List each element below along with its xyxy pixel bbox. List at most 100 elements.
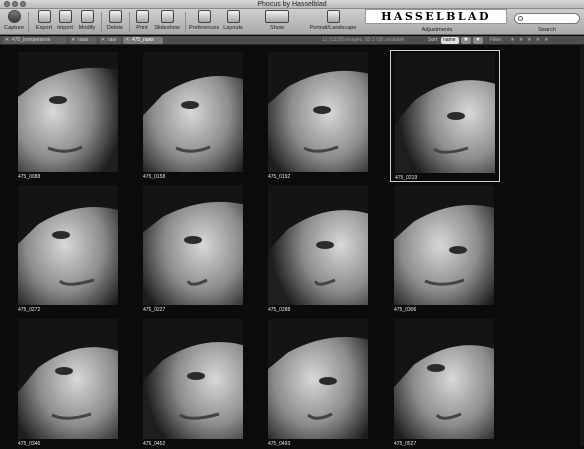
close-tab-icon[interactable]: ✕ <box>125 37 129 44</box>
layouts-button[interactable]: Layouts <box>222 10 244 31</box>
portrait-landscape-label: Portrait/Landscape <box>309 25 357 31</box>
toolbar-divider <box>28 12 29 32</box>
sort-select[interactable]: name <box>441 37 459 44</box>
search-label: Search <box>538 27 556 33</box>
preferences-button[interactable]: Preferences <box>189 10 219 31</box>
tab-label: 475_kompetanse <box>12 37 51 43</box>
portrait-landscape-button[interactable]: Portrait/Landscape <box>308 10 358 31</box>
grid-scrollbar[interactable] <box>580 46 584 446</box>
modify-label: Modify <box>78 25 96 31</box>
search-icon <box>518 16 523 21</box>
thumbnail-item[interactable]: 475_0158 <box>139 50 249 182</box>
toolbar-divider <box>185 12 186 32</box>
triangle-down-icon: ▾ <box>476 37 480 43</box>
filter-stars[interactable]: ★ ★ ★ ★ ★ <box>510 37 550 44</box>
thumbnail-grid: 475_0088 475_0158 475_0192 475_0219 475_0272… <box>0 46 584 449</box>
modify-button[interactable]: Modify <box>77 10 97 31</box>
title-bar: Phocus by Hasselblad <box>0 0 584 9</box>
thumbnail-filename: 475_0272 <box>18 307 41 313</box>
thumbnail-item[interactable]: 475_0452 <box>139 317 249 449</box>
thumbnail-image[interactable] <box>18 319 118 439</box>
layouts-label: Layouts <box>223 25 243 31</box>
hasselblad-logo: HASSELBLAD <box>365 9 507 24</box>
thumbnail-filename: 475_0493 <box>268 441 291 447</box>
thumbnail-image[interactable] <box>268 319 368 439</box>
import-button[interactable]: Import <box>55 10 75 31</box>
thumbnail-item[interactable]: 475_0288 <box>264 183 374 315</box>
sort-direction-button[interactable]: ▾ <box>473 37 483 44</box>
thumbnail-filename: 475_0452 <box>143 441 166 447</box>
rotate-icon <box>326 10 340 23</box>
slideshow-button[interactable]: Slideshow <box>153 10 181 31</box>
thumbnail-item[interactable]: 475_0192 <box>264 50 374 182</box>
print-label: Print <box>136 25 148 31</box>
thumbnail-image[interactable] <box>143 319 243 439</box>
sliders-icon <box>80 10 94 23</box>
filter-label: Filter: <box>490 37 503 43</box>
window-title: Phocus by Hasselblad <box>257 1 327 8</box>
thumbnail-filename: 475_0527 <box>394 441 417 447</box>
thumbnail-image[interactable] <box>143 52 243 172</box>
thumbnail-image[interactable] <box>18 185 118 305</box>
trash-icon <box>108 10 122 23</box>
export-icon <box>37 10 51 23</box>
layouts-icon <box>226 10 240 23</box>
thumbnail-image[interactable] <box>18 52 118 172</box>
thumbnail-filename: 475_0306 <box>394 307 417 313</box>
star-icon: ★ <box>463 37 469 43</box>
tab-label: raws <box>78 37 89 43</box>
thumbnail-filename: 475_0088 <box>18 174 41 180</box>
adjustments-label: Adjustments <box>421 27 453 33</box>
preferences-icon <box>197 10 211 23</box>
close-tab-icon[interactable]: ✕ <box>71 37 75 44</box>
thumbnail-filename: 475_0219 <box>395 175 418 181</box>
sort-label: Sort: <box>428 37 439 43</box>
delete-label: Delete <box>106 25 124 31</box>
printer-icon <box>135 10 149 23</box>
export-button[interactable]: Export <box>34 10 54 31</box>
thumbnail-item[interactable]: 475_0272 <box>14 183 124 315</box>
thumbnail-item[interactable]: 475_0088 <box>14 50 124 182</box>
import-label: Import <box>57 25 73 31</box>
thumbnail-filename: 475_0346 <box>18 441 41 447</box>
thumbnail-filename: 475_0192 <box>268 174 291 180</box>
show-button[interactable]: Show <box>262 10 292 31</box>
tab-raw[interactable]: ✕ raw <box>99 37 121 44</box>
slideshow-icon <box>160 10 174 23</box>
preferences-label: Preferences <box>189 25 220 31</box>
tab-label: 475_raws <box>132 37 154 43</box>
print-button[interactable]: Print <box>133 10 151 31</box>
close-tab-icon[interactable]: ✕ <box>5 37 9 44</box>
thumbnail-image[interactable] <box>143 185 243 305</box>
thumbnail-item[interactable]: 475_0346 <box>14 317 124 449</box>
import-icon <box>58 10 72 23</box>
thumbnail-image[interactable] <box>268 52 368 172</box>
tab-raws[interactable]: ✕ raws <box>69 37 97 44</box>
toolbar-divider <box>101 12 102 32</box>
image-count-status: 12 (13/28) images, 85.1 GB available <box>322 37 405 43</box>
search-input[interactable] <box>514 13 580 24</box>
thumbnail-item[interactable]: 475_0527 <box>390 317 500 449</box>
thumbnail-image[interactable] <box>394 185 494 305</box>
adjustments-button[interactable]: Adjustments <box>415 25 459 33</box>
close-tab-icon[interactable]: ✕ <box>101 37 105 44</box>
thumbnail-item[interactable]: 475_0227 <box>139 183 249 315</box>
star-rating-button[interactable]: ★ <box>461 37 471 44</box>
show-toggle-icon <box>265 10 289 23</box>
delete-button[interactable]: Delete <box>105 10 125 31</box>
brand-logo-text: HASSELBLAD <box>381 10 491 23</box>
thumbnail-item[interactable]: 475_0306 <box>390 183 500 315</box>
thumbnail-image[interactable] <box>268 185 368 305</box>
capture-label: Capture <box>4 25 24 31</box>
thumbnail-item[interactable]: 475_0219 <box>390 50 500 182</box>
tab-475-kompetanse[interactable]: ✕ 475_kompetanse <box>3 37 67 44</box>
capture-button[interactable]: Capture <box>4 10 24 31</box>
thumbnail-filename: 475_0158 <box>143 174 166 180</box>
thumbnail-image[interactable] <box>395 53 495 173</box>
thumbnail-item[interactable]: 475_0493 <box>264 317 374 449</box>
show-label: Show <box>270 25 284 31</box>
tab-475-raws[interactable]: ✕ 475_raws <box>123 37 163 44</box>
thumbnail-filename: 475_0288 <box>268 307 291 313</box>
camera-icon <box>7 10 21 23</box>
thumbnail-image[interactable] <box>394 319 494 439</box>
